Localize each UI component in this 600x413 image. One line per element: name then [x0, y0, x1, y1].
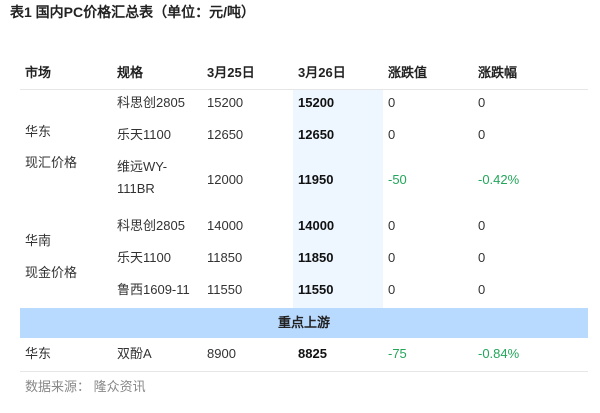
pct-cell: 0: [478, 282, 486, 297]
mar26-cell: 11950: [298, 172, 334, 187]
upstream-label: 重点上游: [277, 315, 330, 330]
mar26-cell: 14000: [298, 218, 335, 233]
spec-cell: 维远WY-111BR: [117, 159, 168, 196]
data-source: 数据来源： 隆众资讯: [25, 379, 146, 394]
change-cell: 0: [388, 127, 396, 142]
market-label: 华东: [25, 124, 52, 139]
market-label: 现金价格: [25, 265, 78, 280]
change-cell: 0: [388, 250, 396, 265]
header-market: 市场: [25, 65, 52, 80]
spec-cell: 科思创2805: [117, 218, 185, 233]
mar25-cell: 11850: [207, 250, 243, 265]
header-change: 涨跌值: [388, 65, 428, 80]
spec-cell: 双酚A: [117, 346, 152, 361]
spec-cell: 鲁西1609-11: [117, 282, 190, 297]
header-pct: 涨跌幅: [478, 65, 518, 80]
mar25-cell: 12000: [207, 172, 244, 187]
mar25-cell: 8900: [207, 346, 236, 361]
market-label: 现汇价格: [25, 155, 78, 170]
change-cell: 0: [388, 95, 396, 110]
pct-cell: 0: [478, 218, 486, 233]
header-divider: [20, 89, 588, 90]
mar26-cell: 11550: [298, 282, 334, 297]
mar26-cell: 11850: [298, 250, 334, 265]
spec-cell: 乐天1100: [117, 127, 171, 142]
mar25-cell: 12650: [207, 127, 244, 142]
highlight-column: [293, 90, 383, 308]
pct-cell: -0.84%: [478, 346, 520, 361]
price-table: 重点上游 市场 规格 3月25日 3月26日 涨跌值 涨跌幅 华东 现汇价格 科…: [20, 52, 588, 372]
mar25-cell: 14000: [207, 218, 244, 233]
spec-cell: 科思创2805: [117, 95, 185, 110]
mar26-cell: 15200: [298, 95, 335, 110]
mar25-cell: 11550: [207, 282, 243, 297]
bottom-divider: [20, 371, 588, 372]
header-spec: 规格: [117, 65, 144, 80]
spec-cell: 乐天1100: [117, 250, 171, 265]
pct-cell: -0.42%: [478, 172, 520, 187]
mar26-cell: 8825: [298, 346, 327, 361]
market-label: 华南: [25, 233, 52, 248]
header-mar26: 3月26日: [298, 65, 346, 80]
pct-cell: 0: [478, 127, 486, 142]
market-cell: 华东: [25, 346, 52, 361]
pct-cell: 0: [478, 250, 486, 265]
change-cell: 0: [388, 282, 396, 297]
header-mar25: 3月25日: [207, 65, 255, 80]
change-cell: 0: [388, 218, 396, 233]
change-cell: -50: [388, 172, 407, 187]
mar25-cell: 15200: [207, 95, 244, 110]
table-title: 表1 国内PC价格汇总表（单位：元/吨）: [10, 4, 256, 20]
pct-cell: 0: [478, 95, 486, 110]
change-cell: -75: [388, 346, 407, 361]
mar26-cell: 12650: [298, 127, 335, 142]
